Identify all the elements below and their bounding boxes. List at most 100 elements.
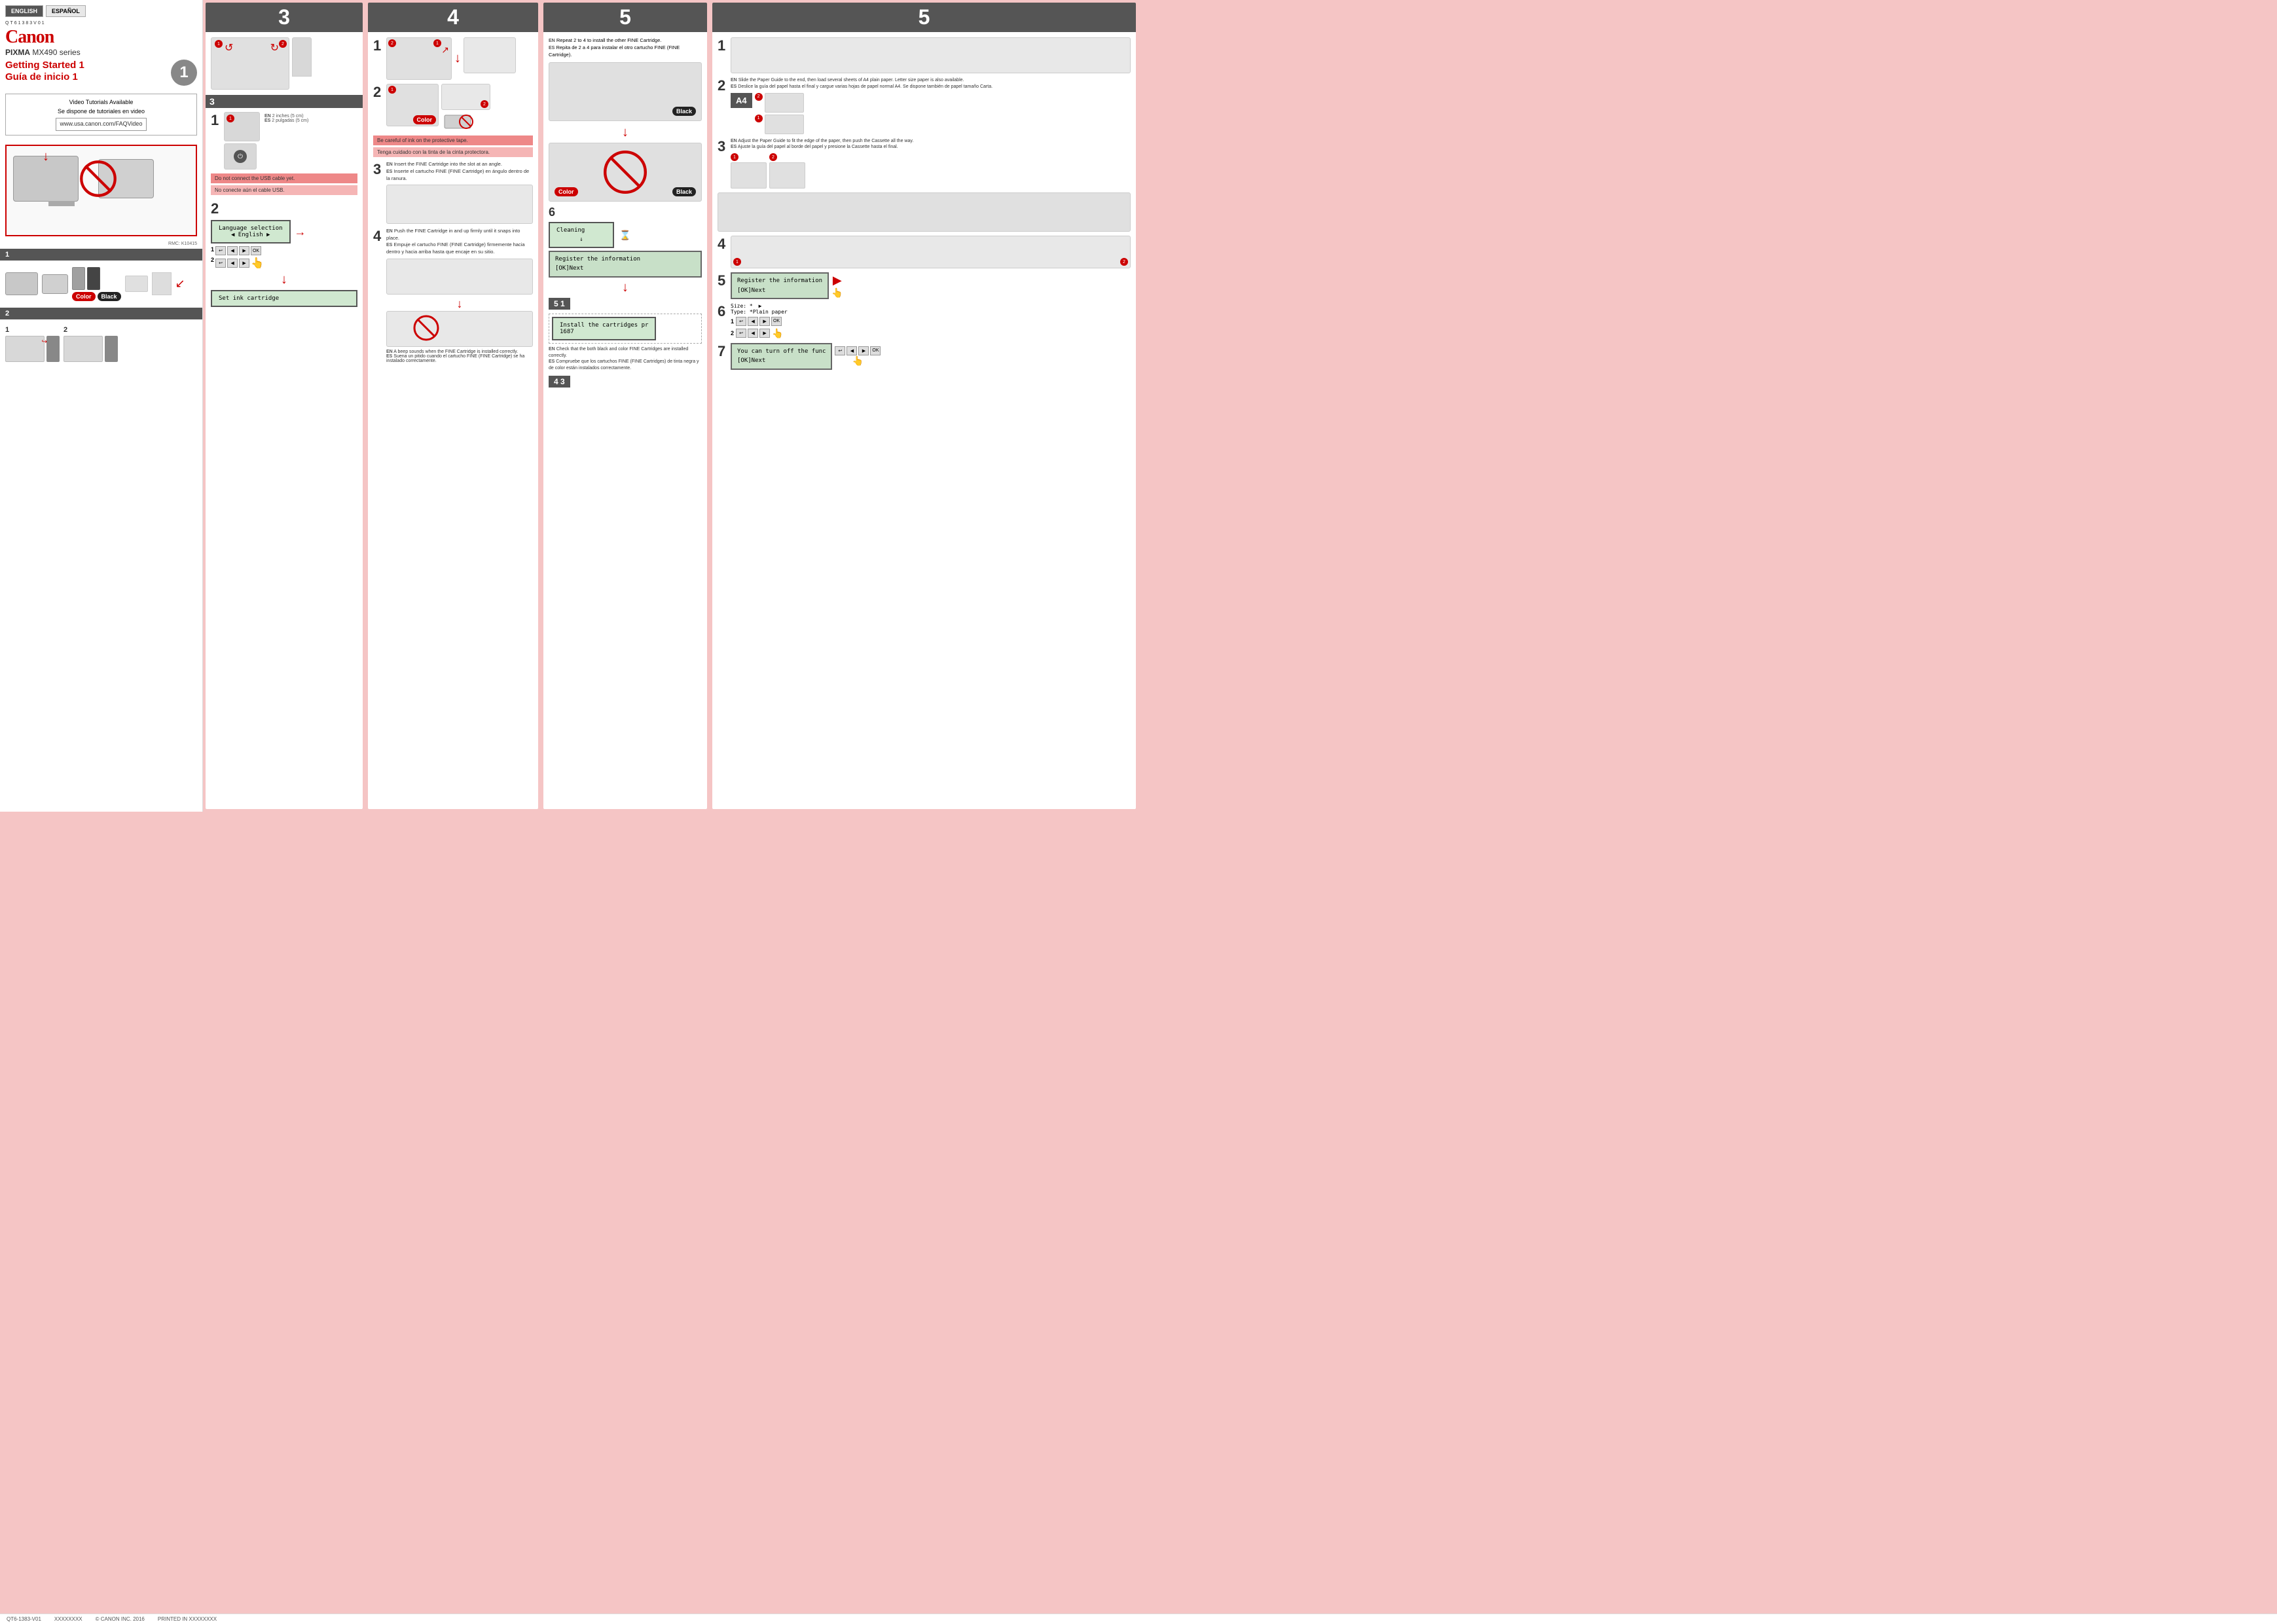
canon-logo: Canon xyxy=(5,27,197,48)
doc-illus xyxy=(152,272,172,295)
cartridge-black-illus xyxy=(87,267,100,290)
hand-icon-3: 👆 xyxy=(772,328,783,339)
sec5b-sub4-num: 4 xyxy=(718,236,728,268)
sub6-right-btn-2[interactable]: ▶ xyxy=(759,329,770,338)
func-row: You can turn off the func [OK]Next ↩ ◀ ▶… xyxy=(731,343,881,370)
step4-3-badge: 4 3 xyxy=(549,376,702,388)
no-usb-symbol xyxy=(79,159,118,198)
video-url[interactable]: www.usa.canon.com/FAQVideo xyxy=(56,118,147,131)
sub6-ctrl-btns2[interactable]: ↩ ◀ ▶ xyxy=(736,329,770,338)
ctrl-buttons-1[interactable]: ↩ ◀ ▶ OK xyxy=(215,246,261,255)
ok-button[interactable]: OK xyxy=(251,246,261,255)
func-right-btn[interactable]: ▶ xyxy=(858,346,869,355)
set-ink-screen: Set ink cartridge xyxy=(211,290,357,307)
func-ctrl-btns[interactable]: ↩ ◀ ▶ OK xyxy=(835,346,881,355)
printer-close-illus xyxy=(64,336,103,362)
sub6-ok-btn[interactable]: OK xyxy=(771,317,782,326)
tape-warning-en: Be careful of ink on the protective tape… xyxy=(373,135,533,145)
num2-circle: 2 xyxy=(279,40,287,48)
sec4-sub4-text: EN Push the FINE Cartridge in and up fir… xyxy=(386,228,533,256)
num1-badge-a4: 1 xyxy=(755,115,763,122)
sec3-substep1-num: 1 xyxy=(211,112,221,170)
sub6-ctrl-btns1[interactable]: ↩ ◀ ▶ OK xyxy=(736,317,782,326)
sub6-back-btn[interactable]: ↩ xyxy=(736,317,746,326)
register-screen-5b: Register the information [OK]Next xyxy=(731,272,829,299)
sub6-btn-row1: 1 ↩ ◀ ▶ OK xyxy=(731,317,788,326)
step2-sub2: 2 xyxy=(64,326,118,362)
right-button-2[interactable]: ▶ xyxy=(239,259,249,268)
num1-badge-sub4: 1 xyxy=(733,258,741,266)
cleaning-screen: Cleaning ↓ xyxy=(549,222,614,248)
right-button[interactable]: ▶ xyxy=(239,246,249,255)
func-btn-col: ↩ ◀ ▶ OK 👆 xyxy=(835,346,881,367)
sec4-sub3-num: 3 xyxy=(373,161,384,224)
a4-row: A4 2 1 xyxy=(731,93,993,134)
color-badge-2: Color xyxy=(413,117,437,124)
back-button-2[interactable]: ↩ xyxy=(215,259,226,268)
cover-close-illus: 2 1 xyxy=(731,236,1131,268)
large-printer-illus xyxy=(718,192,1131,232)
type-value: *Plain paper xyxy=(750,309,788,315)
sec5b-sub2-num: 2 xyxy=(718,77,728,134)
section-1-items: Color Black ↙ xyxy=(5,267,197,301)
no-touch-svg xyxy=(441,112,474,132)
ctrl-buttons-2[interactable]: ↩ ◀ ▶ xyxy=(215,257,249,270)
sub6-left-btn[interactable]: ◀ xyxy=(748,317,758,326)
num1-badge-sub3: 1 xyxy=(731,153,738,161)
sec4-substep3: 3 EN Insert the FINE Cartridge into the … xyxy=(373,161,533,224)
barcode: QT61383V01 xyxy=(5,21,197,26)
sec3-sub1-row: 1 EN 2 inches (5 cm) ES 2 pulgadas (5 cm… xyxy=(224,112,310,141)
sec5b-sub4: 4 2 1 xyxy=(718,236,1131,268)
espanol-button[interactable]: ESPAÑOL xyxy=(46,5,86,17)
installed-illus xyxy=(386,311,533,347)
arrow-curved2-icon: ↻ xyxy=(270,41,279,54)
model-name: PIXMA MX490 series xyxy=(5,48,197,57)
func-left-btn[interactable]: ◀ xyxy=(847,346,857,355)
model-mx490: MX490 series xyxy=(32,48,80,57)
sec4-sub1-illus: 2 1 ↗ ↓ xyxy=(386,37,516,80)
sec4-sub2-content: 1 Color 2 xyxy=(386,84,490,132)
func-ok-btn[interactable]: OK xyxy=(870,346,881,355)
num1-circle: 1 xyxy=(215,40,223,48)
left-button-2[interactable]: ◀ xyxy=(227,259,238,268)
back-button[interactable]: ↩ xyxy=(215,246,226,255)
arrow-hand-col: ▶ 👆 xyxy=(831,272,843,299)
beep-text: EN A beep sounds when the FINE Cartridge… xyxy=(386,350,533,363)
tape-warning-es: Tenga cuidado con la tinta de la cinta p… xyxy=(373,147,533,157)
sec4-sub2-right: 2 xyxy=(441,84,490,132)
cleaning-row: Cleaning ↓ ⌛ xyxy=(549,222,702,248)
func-back-btn[interactable]: ↩ xyxy=(835,346,845,355)
num2-badge-2: 2 xyxy=(481,100,488,108)
section-5-right-header: 5 xyxy=(712,3,1136,32)
guide-title-es: Guía de inicio 1 xyxy=(5,71,197,83)
sub6-btn1-num: 1 xyxy=(731,318,734,325)
install-code: 1687 xyxy=(560,329,648,335)
sub6-left-btn-2[interactable]: ◀ xyxy=(748,329,758,338)
footer: QT6-1383-V01 XXXXXXXX © CANON INC. 2016 … xyxy=(0,1614,2277,1624)
sub6-right-btn[interactable]: ▶ xyxy=(759,317,770,326)
sub6-btn2-num: 2 xyxy=(731,330,734,336)
down-arrow-icon-4: ↓ xyxy=(457,297,463,310)
down-arrow-4: ↓ xyxy=(386,297,533,311)
left-button[interactable]: ◀ xyxy=(227,246,238,255)
func-screen: You can turn off the func [OK]Next xyxy=(731,343,832,370)
num2-badge: 2 xyxy=(388,39,396,47)
english-button[interactable]: ENGLISH xyxy=(5,5,43,17)
cleaning-label: Cleaning xyxy=(556,227,606,234)
func-ok: [OK]Next xyxy=(737,356,826,365)
hourglass-icon: ⌛ xyxy=(619,230,630,241)
do-not-connect-en: Do not connect the USB cable yet. xyxy=(211,173,357,183)
sub6-back-btn-2[interactable]: ↩ xyxy=(736,329,746,338)
step5-1-badge: 5 1 xyxy=(549,298,702,310)
cartridge-in-illus xyxy=(46,336,60,362)
sec5b-sub1-num: 1 xyxy=(718,37,728,73)
sec4-sub3-text: EN Insert the FINE Cartridge into the sl… xyxy=(386,161,533,182)
paper-illus-col: 2 1 xyxy=(755,93,804,134)
section-2-steps: 1 ↪ 2 xyxy=(5,326,197,362)
footer-spacer1: XXXXXXXX xyxy=(54,1616,82,1622)
sec3-substep1-content: 1 EN 2 inches (5 cm) ES 2 pulgadas (5 cm… xyxy=(224,112,310,170)
section-4: 4 1 2 1 ↗ ↓ xyxy=(368,3,538,809)
lang-arrow-icon: → xyxy=(295,225,306,239)
func-label: You can turn off the func xyxy=(737,347,826,356)
sec4-sub4-num: 4 xyxy=(373,228,384,363)
